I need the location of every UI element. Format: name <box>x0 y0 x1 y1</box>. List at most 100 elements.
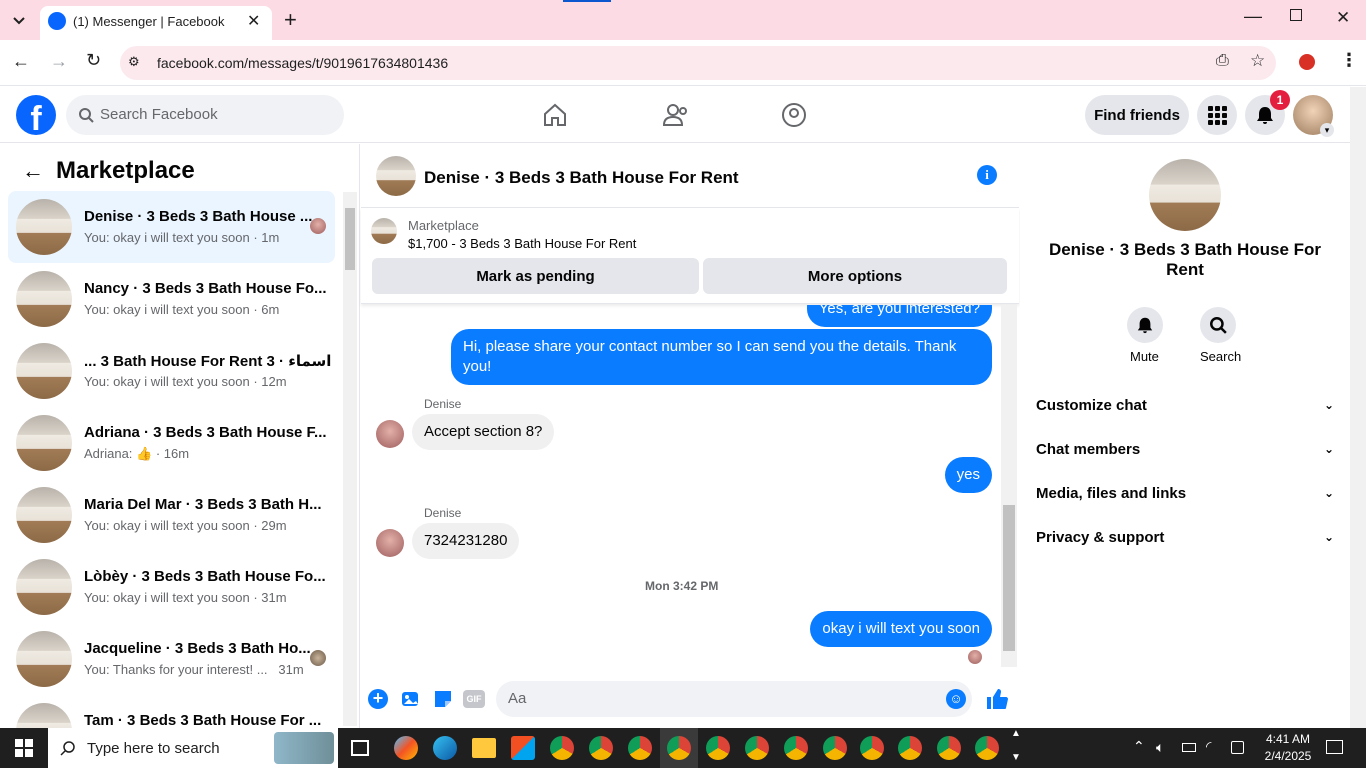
preview-time: · 16m <box>155 446 190 461</box>
media-files-links-row[interactable]: Media, files and links ⌄ <box>1036 473 1334 513</box>
seen-avatar <box>310 218 326 234</box>
tab-list-button[interactable] <box>8 10 30 32</box>
sidebar-scrollbar[interactable] <box>343 192 357 726</box>
file-explorer-icon[interactable] <box>472 738 496 758</box>
chrome-icon[interactable] <box>975 736 999 760</box>
chrome-icon[interactable] <box>898 736 922 760</box>
conversation-item[interactable]: Nancy · 3 Beds 3 Bath House Fo... You: o… <box>8 263 335 335</box>
chrome-icon[interactable] <box>628 736 652 760</box>
gif-icon[interactable]: GIF <box>463 690 485 708</box>
browser-tab[interactable]: (1) Messenger | Facebook ✕ <box>40 6 272 40</box>
taskbar-search-placeholder: Type here to search <box>87 740 220 757</box>
chat-scrollbar[interactable] <box>1001 305 1017 667</box>
chrome-icon[interactable] <box>937 736 961 760</box>
taskbar-scroll-down-icon[interactable]: ▼ <box>1011 752 1021 763</box>
mark-as-pending-button[interactable]: Mark as pending <box>372 258 699 294</box>
chrome-icon[interactable] <box>550 736 574 760</box>
customize-chat-row[interactable]: Customize chat ⌄ <box>1036 385 1334 425</box>
conversation-item[interactable]: Adriana · 3 Beds 3 Bath House F... Adria… <box>8 407 335 479</box>
reload-icon[interactable]: ↻ <box>86 50 101 71</box>
restore-button[interactable] <box>1290 9 1302 21</box>
copilot-icon[interactable] <box>394 736 418 760</box>
facebook-logo-icon[interactable]: f <box>16 95 56 135</box>
volume-icon[interactable]: 🔈︎ <box>1156 739 1164 756</box>
chat-avatar[interactable] <box>376 156 416 196</box>
chat-members-row[interactable]: Chat members ⌄ <box>1036 429 1334 469</box>
edge-icon[interactable] <box>433 736 457 760</box>
search-facebook-input[interactable]: Search Facebook <box>66 95 344 135</box>
conversation-name: Lòbèy · 3 Beds 3 Bath House Fo... <box>84 568 326 585</box>
friends-icon[interactable] <box>662 102 690 128</box>
show-hidden-icons[interactable]: ⌃ <box>1133 738 1145 755</box>
site-info-icon[interactable]: ⚙ <box>128 54 140 70</box>
chat-title[interactable]: Denise · 3 Beds 3 Bath House For Rent <box>424 168 739 188</box>
minimize-button[interactable]: — <box>1244 6 1262 27</box>
emoji-icon[interactable]: ☺ <box>946 689 966 709</box>
listing-thumbnail[interactable] <box>371 218 397 244</box>
conversation-item[interactable]: Lòbèy · 3 Beds 3 Bath House Fo... You: o… <box>8 551 335 623</box>
conversation-item[interactable]: ... 3 Bath House For Rent 3 · اسماء You:… <box>8 335 335 407</box>
taskbar-search-box[interactable]: Type here to search <box>48 728 338 768</box>
back-icon[interactable]: ← <box>12 51 30 72</box>
row-label: Chat members <box>1036 440 1141 458</box>
microsoft-store-icon[interactable] <box>511 736 535 760</box>
wifi-icon[interactable]: ◜ <box>1206 738 1211 755</box>
profile-avatar[interactable] <box>1149 159 1221 231</box>
url-bar[interactable]: ⚙ facebook.com/messages/t/90196176348014… <box>120 46 1276 80</box>
thumbs-up-icon[interactable] <box>985 687 1009 711</box>
home-icon[interactable] <box>542 102 568 128</box>
battery-icon[interactable] <box>1182 743 1196 752</box>
search-chat-button[interactable] <box>1200 307 1236 343</box>
conversation-avatar <box>16 343 72 399</box>
clock-date[interactable]: 2/4/2025 <box>1257 749 1319 763</box>
chat-details-panel: Denise · 3 Beds 3 Bath House For Rent Mu… <box>1020 144 1350 728</box>
profile-icon[interactable] <box>1299 54 1315 70</box>
privacy-support-row[interactable]: Privacy & support ⌄ <box>1036 517 1334 557</box>
info-icon[interactable]: i <box>977 165 997 185</box>
more-options-button[interactable]: More options <box>703 258 1007 294</box>
sticker-icon[interactable] <box>432 688 454 710</box>
mute-button[interactable] <box>1127 307 1163 343</box>
add-more-icon[interactable]: + <box>368 689 388 709</box>
conversation-item[interactable]: Jacqueline · 3 Beds 3 Bath Ho... You: Th… <box>8 623 335 695</box>
listing-description[interactable]: $1,700 - 3 Beds 3 Bath House For Rent <box>408 236 636 251</box>
chrome-icon[interactable] <box>667 736 691 760</box>
groups-icon[interactable] <box>781 102 807 128</box>
new-tab-button[interactable]: + <box>284 7 297 33</box>
taskbar-scroll-up-icon[interactable]: ▲ <box>1011 728 1021 739</box>
message-input[interactable]: Aa ☺ <box>496 681 972 717</box>
menu-grid-button[interactable] <box>1197 95 1237 135</box>
browser-menu-icon[interactable]: ⋮ <box>1340 50 1358 71</box>
page-scrollbar[interactable] <box>1350 87 1366 728</box>
camera-icon[interactable] <box>1231 741 1244 754</box>
close-window-button[interactable]: ✕ <box>1336 8 1350 28</box>
chrome-icon[interactable] <box>589 736 613 760</box>
notification-center-icon[interactable] <box>1326 740 1343 754</box>
forward-icon[interactable]: → <box>50 51 68 72</box>
conversation-sidebar: ← Marketplace Denise · 3 Beds 3 Bath Hou… <box>0 144 360 728</box>
conversation-item[interactable]: Tam · 3 Beds 3 Bath House For ... <box>8 695 335 728</box>
conversation-preview: You: okay i will text you soon · 12m <box>84 374 287 389</box>
find-friends-button[interactable]: Find friends <box>1085 95 1189 135</box>
row-label: Customize chat <box>1036 396 1147 414</box>
install-app-icon[interactable]: ⎙ <box>1216 52 1229 70</box>
bookmark-star-icon[interactable]: ☆ <box>1250 51 1265 71</box>
photo-icon[interactable] <box>400 688 422 710</box>
scrollbar-thumb[interactable] <box>1003 505 1015 651</box>
chrome-icon[interactable] <box>784 736 808 760</box>
conversation-item[interactable]: Denise · 3 Beds 3 Bath House ... You: ok… <box>8 191 335 263</box>
chrome-icon[interactable] <box>706 736 730 760</box>
conversation-name: ... 3 Bath House For Rent 3 · اسماء <box>84 353 332 370</box>
chrome-icon[interactable] <box>860 736 884 760</box>
chrome-icon[interactable] <box>823 736 847 760</box>
task-view-icon[interactable] <box>351 740 369 756</box>
conversation-item[interactable]: Maria Del Mar · 3 Beds 3 Bath H... You: … <box>8 479 335 551</box>
tab-close-icon[interactable]: ✕ <box>247 11 260 31</box>
clock-time[interactable]: 4:41 AM <box>1257 732 1319 746</box>
tab-indicator <box>563 0 611 2</box>
mute-label: Mute <box>1130 349 1159 364</box>
chrome-icon[interactable] <box>745 736 769 760</box>
back-arrow-icon[interactable]: ← <box>22 158 44 184</box>
windows-start-icon[interactable] <box>15 739 33 757</box>
scrollbar-thumb[interactable] <box>345 208 355 270</box>
